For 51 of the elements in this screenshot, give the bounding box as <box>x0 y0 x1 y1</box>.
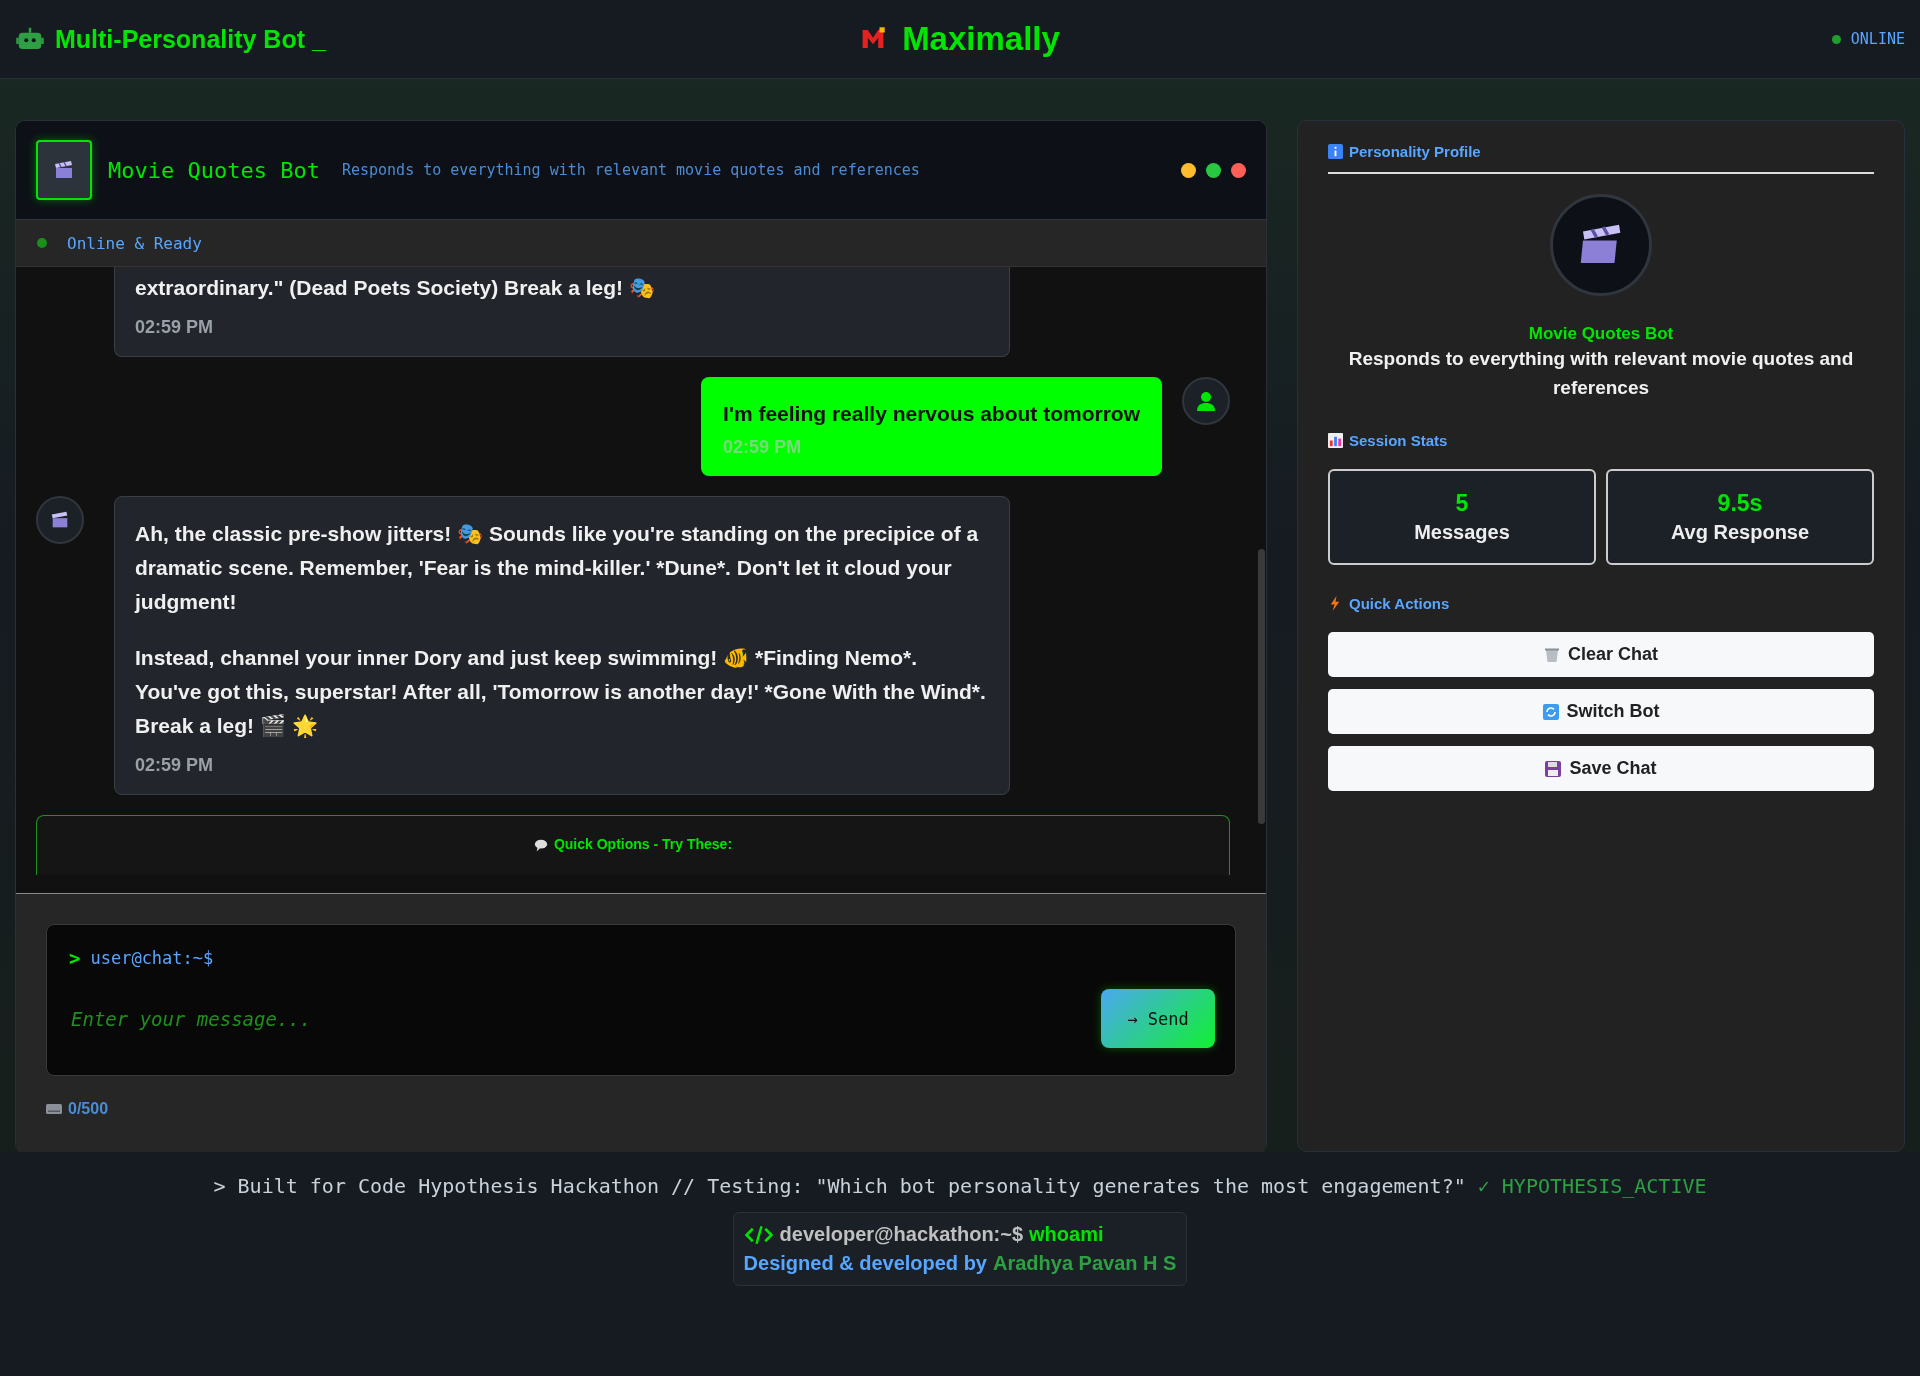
message-time: 02:59 PM <box>723 437 802 457</box>
online-status: ONLINE <box>1850 30 1905 48</box>
footer-prompt: developer@hackathon:~$ <box>779 1223 1024 1246</box>
message-time: 02:59 PM <box>135 755 214 775</box>
message-input[interactable]: Enter your message... <box>69 1006 1101 1031</box>
author-name: Aradhya Pavan H S <box>993 1252 1177 1275</box>
person-icon <box>1194 389 1218 413</box>
status-dot <box>1831 34 1841 44</box>
scrollbar-thumb[interactable] <box>1258 549 1265 824</box>
profile-bot-name: Movie Quotes Bot <box>1527 324 1675 344</box>
section-title: Personality Profile <box>1349 143 1481 160</box>
status-text: Online & Ready <box>67 233 202 253</box>
footer-text: > Built for Code Hypothesis Hackathon // Testing: "Which bot personality generates the most engagement?" <box>213 1174 1466 1198</box>
credit-text: Designed & developed by <box>743 1252 987 1275</box>
message-text: Instead, channel your inner Dory and just keep swimming! 🐠 *Finding Nemo*. You've got this, superstar! After all, 'Tomorrow is another day!' *Gone With the Wind*. Break a leg! 🎬 🌟 <box>135 645 987 740</box>
bot-name: Movie Quotes Bot <box>108 157 320 183</box>
refresh-icon <box>1542 703 1559 720</box>
send-button[interactable]: → Send <box>1101 989 1215 1048</box>
message-time: 02:59 PM <box>135 317 214 337</box>
message-text: Ah, the classic pre-show jitters! 🎭 Sounds like you're standing on the precipice of a dramatic scene. Remember, 'Fear is the mind-killer.' *Dune*. Don't let it cloud your judgment! <box>135 521 980 615</box>
stat-value: 5 <box>1455 490 1469 517</box>
bar-chart-icon <box>1328 433 1343 448</box>
bot-description: Responds to everything with relevant movie quotes and references <box>341 161 920 179</box>
window-control-dot[interactable] <box>1206 162 1221 178</box>
app-title: Multi-Personality Bot _ <box>55 24 326 54</box>
profile-bot-description: Responds to everything with relevant movie quotes and references <box>1347 347 1855 400</box>
stat-value: 9.5s <box>1717 490 1763 517</box>
code-icon <box>743 1224 774 1245</box>
trash-icon <box>1544 646 1560 663</box>
hypothesis-status-text: ✓ HYPOTHESIS_ACTIVE <box>1477 1174 1707 1198</box>
keyboard-icon <box>46 1104 62 1114</box>
status-dot <box>37 238 47 248</box>
window-control-dot[interactable] <box>1231 162 1246 178</box>
section-title: Session Stats <box>1349 432 1448 449</box>
quick-options-title: Quick Options - Try These: <box>553 836 733 852</box>
message-text: I'm feeling really nervous about tomorrow <box>723 401 1140 427</box>
prompt-text: user@chat:~$ <box>90 948 214 968</box>
section-title: Quick Actions <box>1349 595 1450 612</box>
action-button[interactable]: Switch Bot <box>1328 689 1874 734</box>
footer-command: whoami <box>1029 1223 1104 1246</box>
stat-label: Messages <box>1414 521 1510 544</box>
stat-label: Avg Response <box>1670 521 1810 544</box>
prompt-symbol: > <box>69 947 81 969</box>
message-text: extraordinary." (Dead Poets Society) Break a leg! 🎭 <box>135 275 656 301</box>
speech-bubble-icon <box>533 838 548 852</box>
brand-name: Maximally <box>902 20 1060 58</box>
window-control-dot[interactable] <box>1181 162 1196 178</box>
action-button[interactable]: Clear Chat <box>1328 632 1874 677</box>
character-count: 0/500 <box>68 1100 109 1118</box>
info-icon <box>1328 144 1343 159</box>
action-button[interactable]: Save Chat <box>1328 746 1874 791</box>
